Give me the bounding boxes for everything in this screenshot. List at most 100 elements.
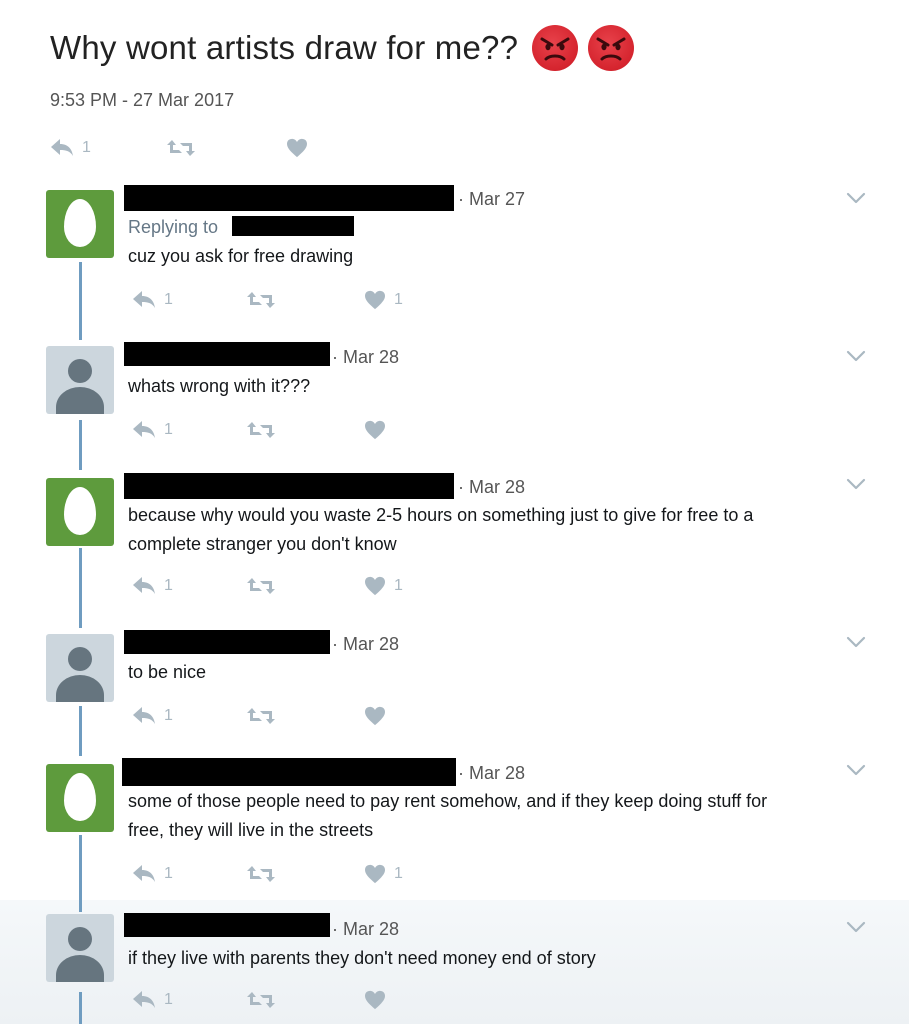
redacted-username (124, 185, 454, 211)
thread-line (79, 992, 82, 1024)
chevron-down-icon[interactable] (846, 192, 866, 204)
reply-count: 1 (164, 577, 173, 594)
avatar[interactable] (46, 190, 114, 258)
retweet-icon (246, 576, 276, 596)
redacted-username (124, 630, 330, 654)
like-button[interactable] (364, 990, 386, 1010)
retweet-button[interactable] (246, 420, 276, 440)
reply-text: because why would you waste 2-5 hours on… (128, 501, 888, 559)
retweet-button[interactable] (246, 576, 276, 596)
reply-icon (132, 420, 156, 440)
reply-actions: 1 1 (132, 576, 432, 598)
reply-item[interactable]: · Mar 28 to be nice 1 (0, 626, 909, 751)
heart-icon (364, 576, 386, 596)
tweet-actions: 1 (50, 138, 350, 160)
redacted-username (122, 758, 456, 786)
reply-item[interactable]: · Mar 27 Replying to cuz you ask for fre… (0, 180, 909, 330)
redacted-username (124, 473, 454, 499)
reply-text: cuz you ask for free drawing (128, 246, 354, 266)
reply-count: 1 (82, 139, 91, 156)
chevron-down-icon[interactable] (846, 921, 866, 933)
reply-actions: 1 (132, 990, 432, 1012)
reply-date[interactable]: · Mar 28 (332, 919, 399, 940)
reply-button[interactable]: 1 (132, 576, 173, 596)
like-button[interactable] (364, 706, 386, 726)
reply-count: 1 (164, 291, 173, 308)
retweet-button[interactable] (246, 990, 276, 1010)
reply-text: if they live with parents they don't nee… (128, 948, 596, 968)
heart-icon (364, 290, 386, 310)
reply-button[interactable]: 1 (132, 990, 173, 1010)
reply-button[interactable]: 1 (132, 864, 173, 884)
reply-actions: 1 1 (132, 290, 432, 312)
chevron-down-icon[interactable] (846, 478, 866, 490)
like-button[interactable]: 1 (364, 576, 403, 596)
retweet-icon (246, 290, 276, 310)
like-button[interactable] (364, 420, 386, 440)
reply-button[interactable]: 1 (50, 138, 91, 158)
retweet-icon (166, 138, 196, 158)
like-count: 1 (394, 577, 403, 594)
avatar[interactable] (46, 478, 114, 546)
reply-icon (132, 290, 156, 310)
redacted-username (124, 913, 330, 937)
reply-date[interactable]: · Mar 28 (332, 634, 399, 655)
heart-icon (364, 990, 386, 1010)
redacted-username (124, 342, 330, 366)
retweet-icon (246, 864, 276, 884)
reply-date[interactable]: · Mar 27 (458, 189, 525, 210)
retweet-icon (246, 706, 276, 726)
avatar[interactable] (46, 346, 114, 414)
tweet-timestamp[interactable]: 9:53 PM - 27 Mar 2017 (50, 90, 234, 111)
reply-icon (132, 706, 156, 726)
reply-icon (50, 138, 74, 158)
redacted-replying-handle (232, 216, 354, 236)
reply-actions: 1 (132, 420, 432, 442)
reply-count: 1 (164, 421, 173, 438)
chevron-down-icon[interactable] (846, 636, 866, 648)
heart-icon (286, 138, 308, 158)
reply-date[interactable]: · Mar 28 (458, 763, 525, 784)
reply-button[interactable]: 1 (132, 290, 173, 310)
like-button[interactable] (286, 138, 308, 158)
reply-button[interactable]: 1 (132, 706, 173, 726)
angry-face-icon (532, 25, 579, 71)
heart-icon (364, 864, 386, 884)
reply-button[interactable]: 1 (132, 420, 173, 440)
reply-icon (132, 864, 156, 884)
tweet-text: Why wont artists draw for me?? (50, 29, 519, 66)
tweet-text-row: Why wont artists draw for me?? (50, 22, 890, 74)
avatar[interactable] (46, 764, 114, 832)
retweet-button[interactable] (246, 706, 276, 726)
main-tweet: Why wont artists draw for me?? 9:53 PM -… (50, 22, 890, 110)
angry-face-icon (588, 25, 635, 71)
reply-count: 1 (164, 991, 173, 1008)
reply-item[interactable]: · Mar 28 whats wrong with it??? 1 (0, 338, 909, 463)
reply-text-line: because why would you waste 2-5 hours on… (128, 505, 754, 525)
retweet-icon (246, 990, 276, 1010)
chevron-down-icon[interactable] (846, 764, 866, 776)
like-count: 1 (394, 291, 403, 308)
reply-item[interactable]: · Mar 28 if they live with parents they … (0, 900, 909, 1024)
reply-icon (132, 576, 156, 596)
retweet-button[interactable] (246, 864, 276, 884)
heart-icon (364, 706, 386, 726)
reply-icon (132, 990, 156, 1010)
avatar[interactable] (46, 634, 114, 702)
avatar[interactable] (46, 914, 114, 982)
reply-text-line: complete stranger you don't know (128, 534, 397, 554)
like-button[interactable]: 1 (364, 864, 403, 884)
reply-text: to be nice (128, 662, 207, 682)
retweet-button[interactable] (246, 290, 276, 310)
reply-item[interactable]: · Mar 28 some of those people need to pa… (0, 754, 909, 904)
retweet-button[interactable] (166, 138, 196, 158)
reply-date[interactable]: · Mar 28 (332, 347, 399, 368)
reply-item[interactable]: · Mar 28 because why would you waste 2-5… (0, 468, 909, 618)
like-count: 1 (394, 865, 403, 882)
chevron-down-icon[interactable] (846, 350, 866, 362)
reply-text-line: free, they will live in the streets (128, 820, 374, 840)
like-button[interactable]: 1 (364, 290, 403, 310)
reply-count: 1 (164, 707, 173, 724)
reply-date[interactable]: · Mar 28 (458, 477, 525, 498)
reply-count: 1 (164, 865, 173, 882)
